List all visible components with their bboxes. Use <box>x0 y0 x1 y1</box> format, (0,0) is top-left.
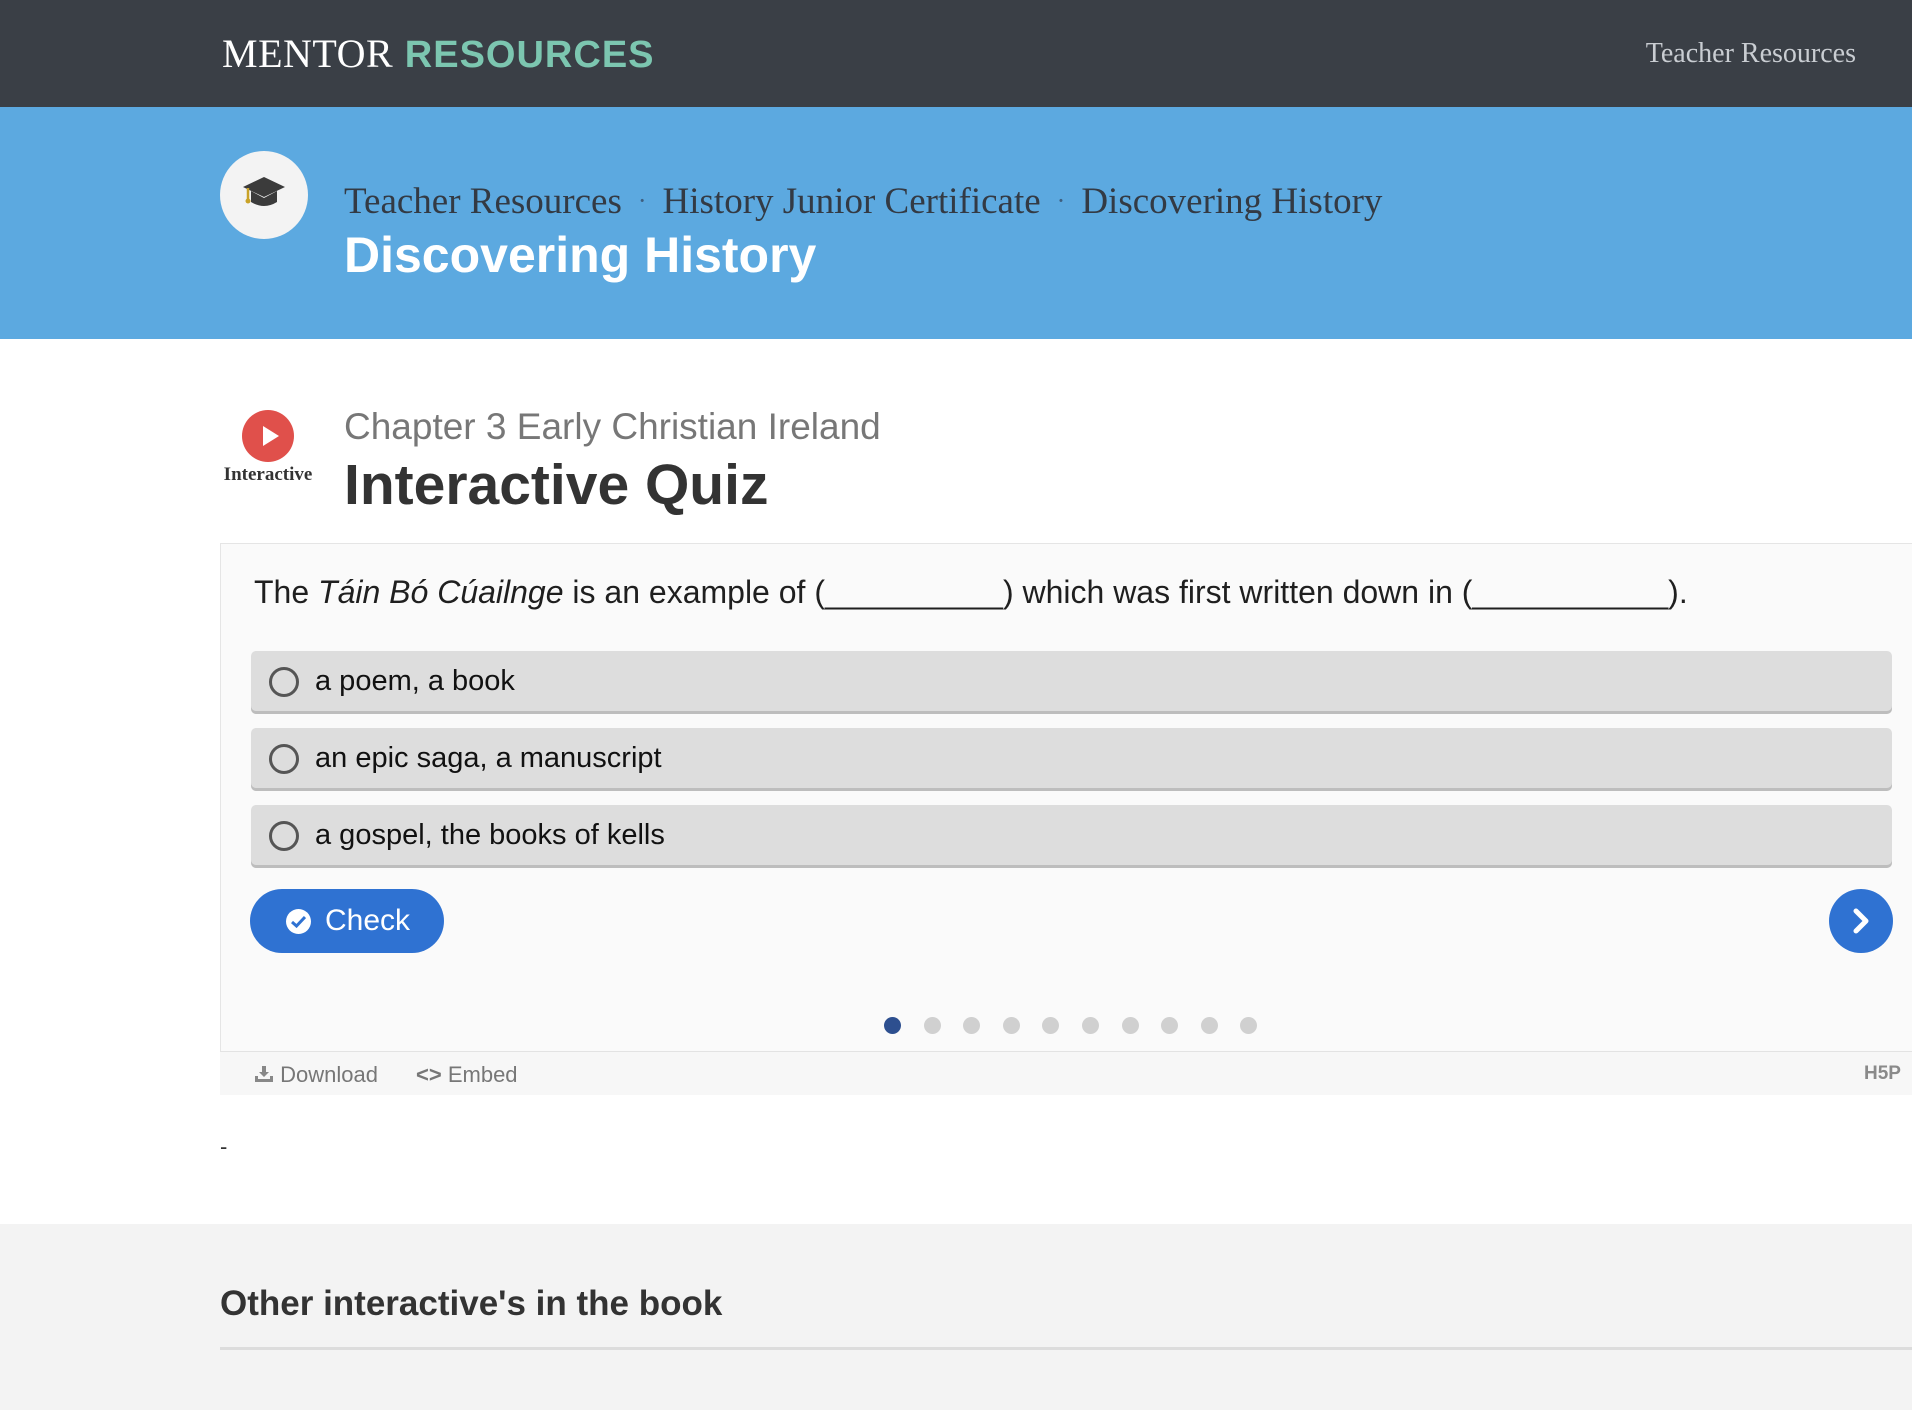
answer-option[interactable]: a poem, a book <box>251 651 1892 711</box>
category-badge <box>220 151 308 239</box>
radio-button[interactable] <box>269 821 299 851</box>
progress-dot[interactable] <box>1200 1017 1218 1034</box>
embed-label: Embed <box>447 1062 518 1087</box>
breadcrumb-history-junior-certificate[interactable]: History Junior Certificate <box>663 181 1041 222</box>
progress-dot[interactable] <box>884 1017 901 1034</box>
radio-button[interactable] <box>269 667 299 697</box>
resource-title: Interactive Quiz <box>344 453 769 517</box>
answer-option-label: a gospel, the books of kells <box>315 819 665 851</box>
site-logo[interactable]: MENTOR RESOURCES <box>222 30 655 77</box>
embed-link[interactable]: <> Embed <box>416 1062 518 1088</box>
question-title-italic: Táin Bó Cúailnge <box>318 574 564 610</box>
logo-word-mentor: MENTOR <box>222 31 394 76</box>
play-icon <box>242 410 294 462</box>
answer-option[interactable]: an epic saga, a manuscript <box>251 728 1892 788</box>
answer-option[interactable]: a gospel, the books of kells <box>251 805 1892 865</box>
code-icon: <> <box>416 1062 442 1087</box>
chapter-subtitle: Chapter 3 Early Christian Ireland <box>344 406 881 447</box>
checkmark-icon <box>286 909 311 934</box>
logo-word-resources: RESOURCES <box>404 34 655 76</box>
progress-dot[interactable] <box>1082 1017 1099 1034</box>
h5p-logo[interactable]: H5P <box>1864 1063 1901 1085</box>
check-button[interactable]: Check <box>250 889 444 953</box>
answer-option-label: a poem, a book <box>315 665 515 697</box>
quiz-question: The Táin Bó Cúailnge is an example of (_… <box>254 574 1688 611</box>
progress-dot[interactable] <box>923 1017 941 1034</box>
question-text-end: is an example of (__________) which was … <box>563 574 1688 610</box>
download-icon <box>255 1066 273 1082</box>
question-text-start: The <box>254 574 319 610</box>
breadcrumb-separator: · <box>637 186 647 215</box>
breadcrumb-separator: · <box>1056 186 1066 215</box>
chevron-right-icon <box>1853 908 1869 934</box>
graduation-cap-icon <box>243 177 285 206</box>
separator-text: - <box>220 1134 228 1159</box>
resource-type-label: Interactive <box>223 464 313 485</box>
radio-button[interactable] <box>269 744 299 774</box>
next-question-button[interactable] <box>1829 889 1893 953</box>
breadcrumb-discovering-history[interactable]: Discovering History <box>1081 181 1382 222</box>
nav-link-teacher-resources[interactable]: Teacher Resources <box>1646 38 1856 70</box>
breadcrumb: Teacher Resources · History Junior Certifi… <box>344 180 1382 223</box>
progress-dot[interactable] <box>1121 1017 1139 1034</box>
progress-dot[interactable] <box>1002 1017 1020 1034</box>
section-heading: Other interactive's in the book <box>220 1284 723 1323</box>
page-title: Discovering History <box>344 227 817 283</box>
top-navigation-bar: MENTOR RESOURCES Teacher Resources <box>0 0 1912 107</box>
answer-option-label: an epic saga, a manuscript <box>315 742 662 774</box>
check-button-label: Check <box>325 904 411 937</box>
section-divider <box>220 1347 1912 1350</box>
download-link[interactable]: Download <box>254 1062 378 1088</box>
resource-type-badge: Interactive <box>218 410 318 486</box>
download-label: Download <box>280 1062 378 1087</box>
breadcrumb-teacher-resources[interactable]: Teacher Resources <box>344 181 622 222</box>
